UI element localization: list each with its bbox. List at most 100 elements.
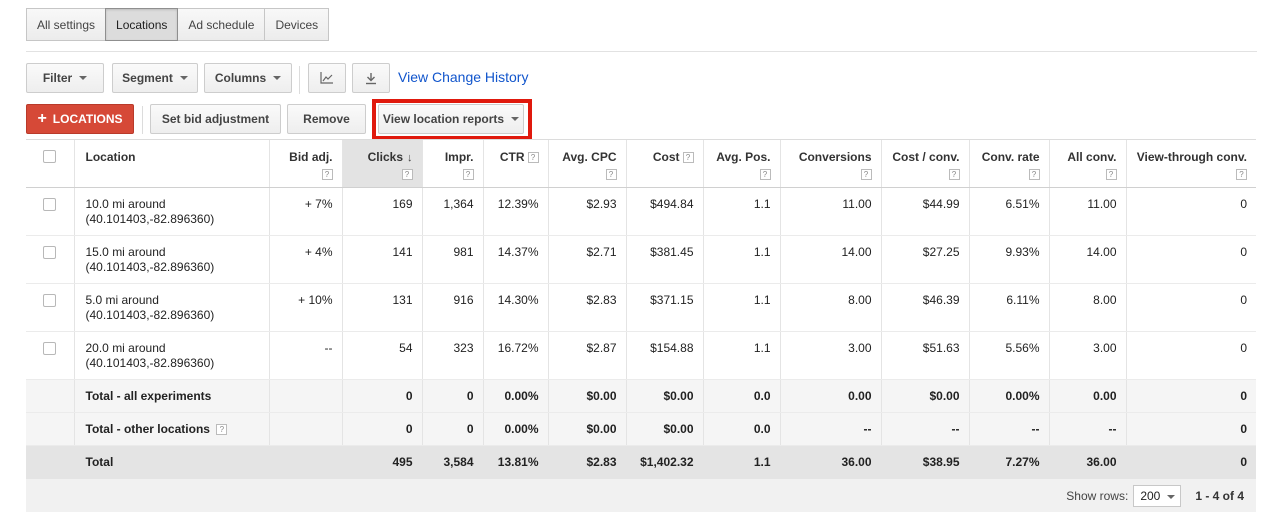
col-header-conv-rate[interactable]: Conv. rate? <box>968 139 1049 188</box>
col-header-clicks[interactable]: Clicks ↓? <box>341 139 422 188</box>
col-header-conversions[interactable]: Conversions? <box>779 139 881 188</box>
select-all-cell <box>26 139 74 188</box>
set-bid-adjustment-button[interactable]: Set bid adjustment <box>150 104 281 134</box>
view-through-cell: 0 <box>1125 445 1256 479</box>
conversions-cell: 8.00 <box>779 283 881 332</box>
col-header-label: View-through conv. <box>1136 150 1247 164</box>
col-header-label: Bid adj. <box>289 150 333 164</box>
col-header-bid-adj[interactable]: Bid adj.? <box>268 139 342 188</box>
help-icon[interactable]: ? <box>860 169 872 181</box>
select-all-checkbox[interactable] <box>43 150 57 163</box>
location-cell[interactable]: 5.0 mi around (40.101403,-82.896360) <box>73 283 269 332</box>
add-locations-button[interactable]: + LOCATIONS <box>26 104 134 134</box>
help-icon[interactable]: ? <box>605 169 617 181</box>
avg-cpc-cell: $0.00 <box>547 379 626 413</box>
row-select-cell <box>26 187 74 236</box>
table-row[interactable]: 20.0 mi around (40.101403,-82.896360) -- 5… <box>26 331 1256 380</box>
col-header-label: All conv. <box>1067 150 1117 164</box>
remove-button[interactable]: Remove <box>287 104 366 134</box>
cost-cell: $381.45 <box>625 235 703 284</box>
location-cell[interactable]: 10.0 mi around (40.101403,-82.896360) <box>73 187 269 236</box>
col-header-label: Conv. rate <box>981 150 1040 164</box>
help-icon[interactable]: ? <box>682 152 694 164</box>
impr-cell: 3,584 <box>421 445 483 479</box>
view-through-cell: 0 <box>1125 412 1256 446</box>
conversions-cell: 36.00 <box>779 445 881 479</box>
chart-toggle-button[interactable] <box>308 63 346 93</box>
cost-cell: $1,402.32 <box>625 445 703 479</box>
help-icon[interactable]: ? <box>1028 169 1040 181</box>
avg-cpc-cell: $2.83 <box>547 445 626 479</box>
help-icon[interactable]: ? <box>1236 169 1247 181</box>
grand-total-label: Total <box>73 445 269 479</box>
conv-rate-cell: 7.27% <box>968 445 1049 479</box>
help-icon[interactable]: ? <box>401 169 413 181</box>
tab-locations[interactable]: Locations <box>105 8 179 41</box>
row-checkbox[interactable] <box>43 294 57 307</box>
col-header-all-conv[interactable]: All conv.? <box>1048 139 1126 188</box>
cost-conv-cell: -- <box>880 412 969 446</box>
table-row[interactable]: 5.0 mi around (40.101403,-82.896360) + 10… <box>26 283 1256 332</box>
bid-adj-cell <box>268 445 342 479</box>
tab-ad-schedule[interactable]: Ad schedule <box>177 8 266 41</box>
view-change-history-link[interactable]: View Change History <box>398 69 528 85</box>
col-header-avg-cpc[interactable]: Avg. CPC? <box>547 139 626 188</box>
help-icon[interactable]: ? <box>462 169 474 181</box>
help-icon[interactable]: ? <box>321 169 333 181</box>
bid-adj-cell: + 4% <box>268 235 342 284</box>
help-icon[interactable]: ? <box>948 169 960 181</box>
plus-icon: + <box>37 110 47 127</box>
location-cell[interactable]: 20.0 mi around (40.101403,-82.896360) <box>73 331 269 380</box>
impr-cell: 323 <box>421 331 483 380</box>
pagination-status: 1 - 4 of 4 <box>1195 488 1244 503</box>
col-header-ctr[interactable]: CTR? <box>482 139 548 188</box>
col-header-label: Location <box>85 150 136 164</box>
filter-button[interactable]: Filter <box>26 63 104 93</box>
tab-devices[interactable]: Devices <box>264 8 330 41</box>
cost-conv-cell: $0.00 <box>880 379 969 413</box>
col-header-cost[interactable]: Cost? <box>625 139 703 188</box>
row-checkbox[interactable] <box>43 342 57 355</box>
col-header-cost-conv[interactable]: Cost / conv.? <box>880 139 969 188</box>
rows-per-page-value: 200 <box>1140 488 1161 503</box>
impr-cell: 981 <box>421 235 483 284</box>
all-conv-cell: 14.00 <box>1048 235 1126 284</box>
cost-cell: $0.00 <box>625 379 703 413</box>
ctr-cell: 12.39% <box>482 187 548 236</box>
help-icon[interactable]: ? <box>527 152 539 164</box>
bid-adj-cell: -- <box>268 331 342 380</box>
table-footer: Show rows: 200 1 - 4 of 4 <box>26 479 1256 512</box>
view-through-cell: 0 <box>1125 379 1256 413</box>
clicks-cell: 0 <box>341 412 422 446</box>
row-checkbox[interactable] <box>43 246 57 259</box>
col-header-avg-pos[interactable]: Avg. Pos.? <box>702 139 780 188</box>
help-icon[interactable]: ? <box>759 169 771 181</box>
segment-button[interactable]: Segment <box>112 63 198 93</box>
bid-adj-cell <box>268 412 342 446</box>
download-button[interactable] <box>352 63 390 93</box>
totals-label: Total - all experiments <box>85 389 212 403</box>
table-row[interactable]: 15.0 mi around (40.101403,-82.896360) + 4… <box>26 235 1256 284</box>
col-header-impr[interactable]: Impr.? <box>421 139 483 188</box>
help-icon[interactable]: ? <box>216 424 228 436</box>
columns-button[interactable]: Columns <box>204 63 292 93</box>
help-icon[interactable]: ? <box>1105 169 1117 181</box>
table-row[interactable]: 10.0 mi around (40.101403,-82.896360) + 7… <box>26 187 1256 236</box>
totals-row: Total - other locations ? 0 0 0.00% $0.00 $0.… <box>26 412 1256 446</box>
view-through-cell: 0 <box>1125 235 1256 284</box>
col-header-location[interactable]: Location <box>73 139 269 188</box>
all-conv-cell: 11.00 <box>1048 187 1126 236</box>
show-rows-label: Show rows: <box>1066 488 1129 503</box>
row-select-cell <box>26 331 74 380</box>
columns-button-label: Columns <box>214 71 267 85</box>
col-header-label: Clicks <box>367 150 403 164</box>
row-checkbox[interactable] <box>43 198 57 211</box>
col-header-view-through-conv[interactable]: View-through conv.? <box>1125 139 1256 188</box>
avg-cpc-cell: $2.71 <box>547 235 626 284</box>
view-through-cell: 0 <box>1125 331 1256 380</box>
location-cell[interactable]: 15.0 mi around (40.101403,-82.896360) <box>73 235 269 284</box>
cost-conv-cell: $38.95 <box>880 445 969 479</box>
tab-all-settings[interactable]: All settings <box>26 8 107 41</box>
col-header-label: Avg. Pos. <box>716 150 771 164</box>
rows-per-page-select[interactable]: 200 <box>1133 484 1182 507</box>
